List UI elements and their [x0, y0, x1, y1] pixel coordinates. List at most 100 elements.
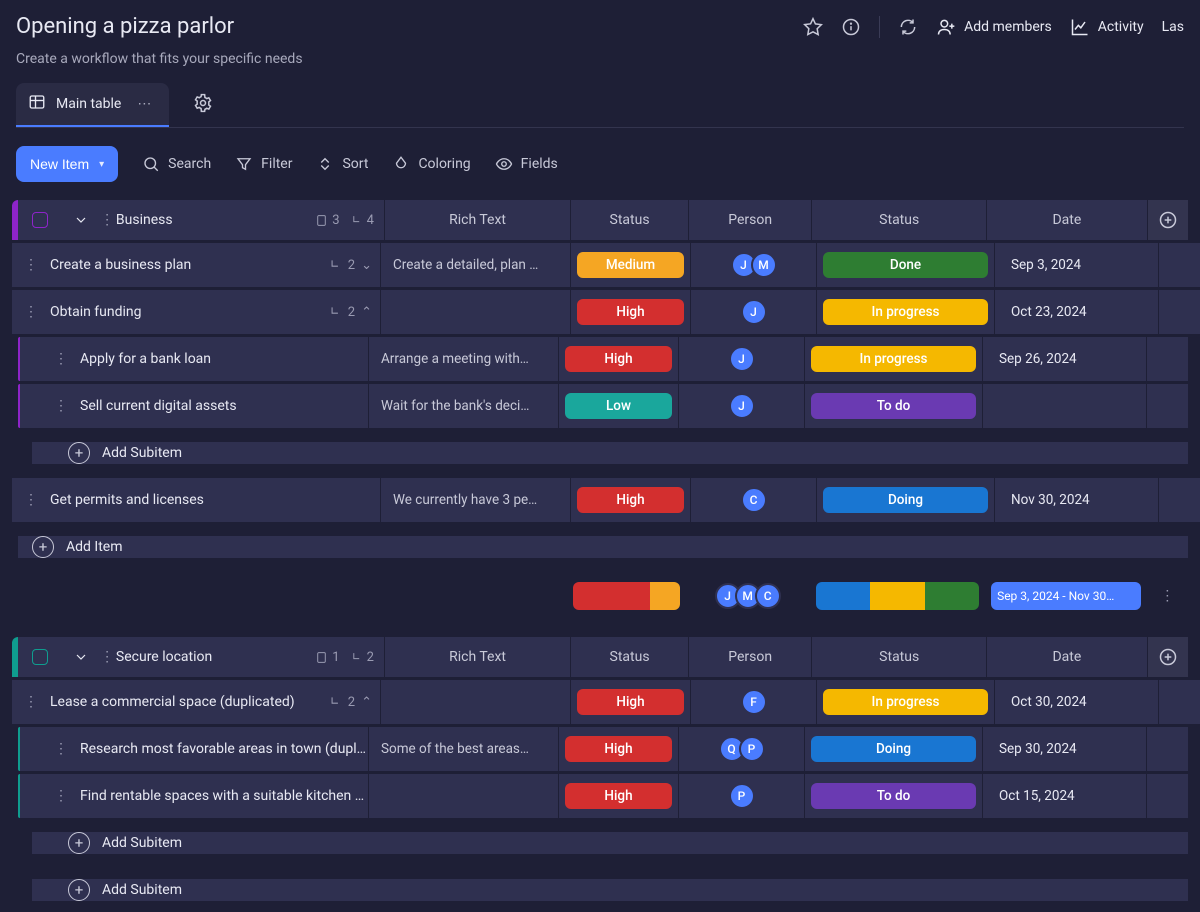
gear-icon[interactable] [193, 93, 213, 117]
group-name[interactable]: Business [116, 212, 173, 228]
date-cell[interactable]: Oct 15, 2024 [989, 788, 1140, 804]
person-cell[interactable]: J [729, 393, 755, 419]
status-badge[interactable]: High [577, 487, 684, 513]
person-cell[interactable]: F [741, 689, 767, 715]
status-badge[interactable]: High [565, 346, 672, 372]
column-header[interactable]: Status [811, 200, 986, 240]
column-header[interactable]: Status [811, 637, 986, 677]
status-badge[interactable]: In progress [811, 346, 976, 372]
add-subitem-button[interactable]: +Add Subitem [12, 821, 1188, 865]
sort-button[interactable]: Sort [316, 155, 368, 173]
row-name[interactable]: Create a business plan [50, 257, 318, 273]
status-badge[interactable]: High [577, 299, 684, 325]
table-row[interactable]: ⋮ Obtain funding 2⌃ High J In progress O… [12, 290, 1188, 334]
row-menu-icon[interactable]: ⋮ [22, 694, 40, 710]
group-header[interactable]: ⋮ Secure location 1 2 Rich Text Status P… [12, 637, 1188, 677]
column-header[interactable]: Date [986, 637, 1147, 677]
star-icon[interactable] [803, 17, 823, 37]
add-column-button[interactable] [1147, 637, 1188, 677]
subitem-toggle[interactable]: 2⌃ [328, 305, 380, 320]
chevron-down-icon[interactable] [63, 200, 98, 240]
tab-main-table[interactable]: Main table ⋯ [16, 83, 169, 127]
rich-text-cell[interactable]: Create a detailed, plan … [380, 243, 570, 287]
person-cell[interactable]: C [741, 487, 767, 513]
status-badge[interactable]: In progress [823, 689, 988, 715]
row-name[interactable]: Obtain funding [50, 304, 318, 320]
add-column-button[interactable] [1147, 200, 1188, 240]
table-row[interactable]: ⋮ Create a business plan 2⌄ Create a det… [12, 243, 1188, 287]
subitem-toggle[interactable]: 2⌃ [328, 695, 380, 710]
status-badge[interactable]: Doing [811, 736, 976, 762]
row-menu-icon[interactable]: ⋮ [22, 492, 40, 508]
column-header[interactable]: Person [688, 637, 812, 677]
row-menu-icon[interactable]: ⋮ [52, 788, 70, 804]
drag-handle-icon[interactable]: ⋮ [98, 200, 116, 240]
search-button[interactable]: Search [142, 155, 211, 173]
group-name[interactable]: Secure location [116, 649, 212, 665]
column-header[interactable]: Status [570, 200, 688, 240]
rich-text-cell[interactable] [380, 290, 570, 334]
column-header[interactable]: Status [570, 637, 688, 677]
filter-button[interactable]: Filter [235, 155, 292, 173]
person-cell[interactable]: JMC [715, 583, 781, 609]
rich-text-cell[interactable] [380, 680, 570, 724]
row-name[interactable]: Find rentable spaces with a suitable kit… [80, 788, 368, 804]
subitem-toggle[interactable]: 2⌄ [328, 258, 380, 273]
row-name[interactable]: Sell current digital assets [80, 398, 368, 414]
row-menu-icon[interactable]: ⋮ [22, 304, 40, 320]
add-members-button[interactable]: Add members [936, 17, 1052, 37]
table-subrow[interactable]: ⋮ Research most favorable areas in town … [12, 727, 1188, 771]
person-cell[interactable]: JM [731, 252, 777, 278]
refresh-icon[interactable] [898, 17, 918, 37]
coloring-button[interactable]: Coloring [392, 155, 470, 173]
rich-text-cell[interactable] [368, 774, 558, 818]
status-badge[interactable]: To do [811, 393, 976, 419]
group-checkbox[interactable] [18, 637, 63, 677]
rich-text-cell[interactable]: Some of the best areas… [368, 727, 558, 771]
date-cell[interactable]: Sep 26, 2024 [989, 351, 1140, 367]
status-badge[interactable]: Low [565, 393, 672, 419]
chevron-down-icon[interactable] [63, 637, 98, 677]
status-badge[interactable]: High [577, 689, 684, 715]
drag-handle-icon[interactable]: ⋮ [98, 637, 116, 677]
row-name[interactable]: Get permits and licenses [50, 492, 380, 508]
person-cell[interactable]: P [729, 783, 755, 809]
row-menu-icon[interactable]: ⋮ [52, 351, 70, 367]
date-cell[interactable]: Sep 3, 2024 [1001, 257, 1152, 273]
group-header[interactable]: ⋮ Business 3 4 Rich Text Status Person S… [12, 200, 1188, 240]
date-range-badge[interactable]: Sep 3, 2024 - Nov 30… [991, 582, 1141, 610]
new-item-button[interactable]: New Item ▾ [16, 146, 118, 182]
status-badge[interactable]: To do [811, 783, 976, 809]
person-cell[interactable]: J [729, 346, 755, 372]
row-name[interactable]: Research most favorable areas in town (d… [80, 741, 368, 757]
status-badge[interactable]: Doing [823, 487, 988, 513]
group-checkbox[interactable] [18, 200, 63, 240]
table-row[interactable]: ⋮ Get permits and licenses We currently … [12, 478, 1188, 522]
status-badge[interactable]: Medium [577, 252, 684, 278]
date-cell[interactable]: Nov 30, 2024 [1001, 492, 1152, 508]
date-cell[interactable]: Oct 30, 2024 [1001, 694, 1152, 710]
row-menu-icon[interactable]: ⋮ [52, 741, 70, 757]
status-badge[interactable]: High [565, 736, 672, 762]
table-subrow[interactable]: ⋮ Apply for a bank loan Arrange a meetin… [12, 337, 1188, 381]
column-header[interactable]: Person [688, 200, 812, 240]
fields-button[interactable]: Fields [495, 155, 558, 173]
row-menu-icon[interactable]: ⋮ [52, 398, 70, 414]
person-cell[interactable]: QP [719, 736, 765, 762]
person-cell[interactable]: J [741, 299, 767, 325]
status-badge[interactable]: Done [823, 252, 988, 278]
rich-text-cell[interactable]: Wait for the bank's deci… [368, 384, 558, 428]
summary-menu-icon[interactable]: ⋮ [1147, 577, 1188, 615]
add-item-button[interactable]: +Add Item [12, 525, 1188, 569]
activity-button[interactable]: Activity [1070, 17, 1144, 37]
tab-more-icon[interactable]: ⋯ [131, 96, 157, 112]
row-name[interactable]: Apply for a bank loan [80, 351, 368, 367]
table-row[interactable]: ⋮ Lease a commercial space (duplicated) … [12, 680, 1188, 724]
add-subitem-button[interactable]: +Add Subitem [12, 868, 1188, 912]
table-subrow[interactable]: ⋮ Sell current digital assets Wait for t… [12, 384, 1188, 428]
table-subrow[interactable]: ⋮ Find rentable spaces with a suitable k… [12, 774, 1188, 818]
add-subitem-button[interactable]: +Add Subitem [12, 431, 1188, 475]
rich-text-cell[interactable]: Arrange a meeting with… [368, 337, 558, 381]
status-badge[interactable]: In progress [823, 299, 988, 325]
row-name[interactable]: Lease a commercial space (duplicated) [50, 694, 318, 710]
